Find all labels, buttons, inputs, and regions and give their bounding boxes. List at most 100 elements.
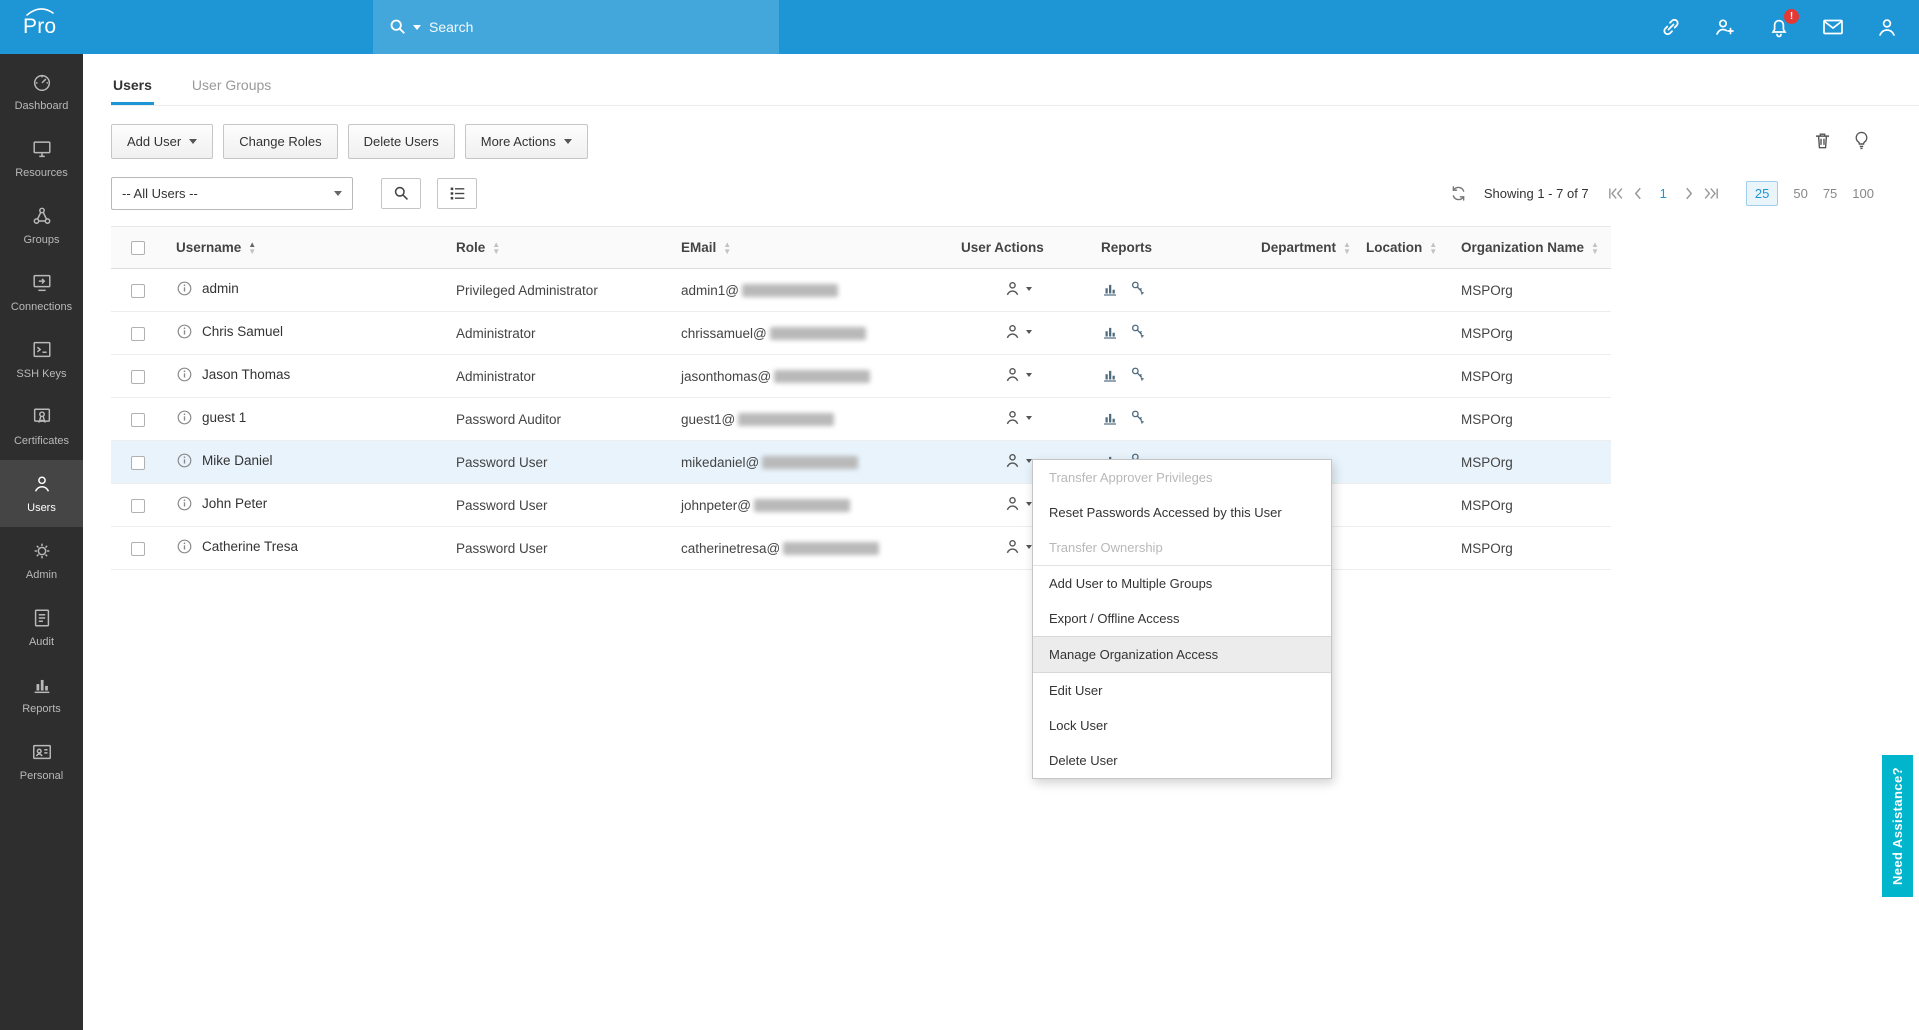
tab-users[interactable]: Users: [111, 77, 154, 105]
page-size-75[interactable]: 75: [1823, 186, 1837, 201]
info-icon[interactable]: [176, 280, 193, 297]
blurred-email-domain: [754, 499, 850, 513]
chevron-down-icon: [1026, 329, 1032, 334]
table-search-button[interactable]: [381, 178, 421, 209]
report-chart-icon[interactable]: [1101, 366, 1119, 384]
info-icon[interactable]: [176, 452, 193, 469]
user-actions-menu-button[interactable]: [961, 365, 1032, 384]
username-text: John Peter: [202, 496, 268, 511]
first-page-button[interactable]: [1607, 186, 1624, 201]
info-icon[interactable]: [176, 538, 193, 555]
sidebar-item-connections[interactable]: Connections: [0, 259, 83, 326]
trash-button[interactable]: [1810, 128, 1835, 156]
column-header-department[interactable]: Department ▲ ▼: [1241, 226, 1351, 269]
sidebar-item-groups[interactable]: Groups: [0, 192, 83, 259]
column-header-role[interactable]: Role ▲ ▼: [436, 226, 661, 269]
add-user-button[interactable]: Add User: [111, 124, 214, 159]
trash-icon: [1815, 133, 1830, 148]
row-checkbox[interactable]: [131, 541, 145, 556]
profile-icon[interactable]: [1875, 15, 1899, 39]
info-icon[interactable]: [176, 495, 193, 512]
user-actions-menu-button[interactable]: [961, 451, 1032, 470]
user-actions-menu-button[interactable]: [961, 279, 1032, 298]
sidebar-item-label: Groups: [23, 234, 60, 246]
change-roles-button[interactable]: Change Roles: [223, 124, 338, 159]
row-checkbox[interactable]: [131, 369, 145, 384]
role-text: Privileged Administrator: [456, 282, 598, 298]
sidebar-item-ssh-keys[interactable]: SSH Keys: [0, 326, 83, 393]
column-chooser-button[interactable]: [437, 178, 477, 209]
row-checkbox[interactable]: [131, 455, 145, 470]
user-actions-menu-button[interactable]: [961, 322, 1032, 341]
column-header-email[interactable]: EMail ▲ ▼: [661, 226, 941, 269]
delete-users-button[interactable]: Delete Users: [347, 124, 455, 159]
sidebar-item-audit[interactable]: Audit: [0, 594, 83, 661]
sidebar-item-label: Resources: [15, 167, 68, 179]
organization-text: MSPOrg: [1461, 454, 1513, 470]
help-tips-button[interactable]: [1849, 128, 1874, 156]
info-icon[interactable]: [176, 366, 193, 383]
topbar: Password Manager Pro !: [0, 0, 1919, 77]
page-number[interactable]: 1: [1660, 186, 1667, 201]
context-menu-item[interactable]: Transfer Ownership: [1033, 530, 1331, 566]
column-header-username[interactable]: Username ▲ ▼: [156, 226, 436, 269]
column-header-organization[interactable]: Organization Name ▲ ▼: [1441, 226, 1611, 269]
context-menu-item[interactable]: Manage Organization Access: [1033, 636, 1331, 673]
page-size-100[interactable]: 100: [1852, 186, 1874, 201]
need-assistance-tab[interactable]: Need Assistance?: [1882, 755, 1913, 897]
row-checkbox[interactable]: [131, 498, 145, 513]
report-chart-icon[interactable]: [1101, 323, 1119, 341]
context-menu-item[interactable]: Edit User: [1033, 673, 1331, 708]
search-input[interactable]: [427, 18, 763, 36]
page-size-25[interactable]: 25: [1745, 181, 1779, 206]
prev-page-button[interactable]: [1632, 186, 1644, 201]
context-menu-item[interactable]: Add User to Multiple Groups: [1033, 566, 1331, 601]
sidebar-item-reports[interactable]: Reports: [0, 661, 83, 728]
user-actions-menu-button[interactable]: [961, 408, 1032, 427]
report-key-icon[interactable]: [1129, 365, 1148, 384]
context-menu-item[interactable]: Delete User: [1033, 743, 1331, 778]
report-chart-icon[interactable]: [1101, 409, 1119, 427]
row-checkbox[interactable]: [131, 412, 145, 427]
context-menu-item[interactable]: Reset Passwords Accessed by this User: [1033, 495, 1331, 530]
chevron-down-icon: [334, 191, 342, 196]
page-size-50[interactable]: 50: [1793, 186, 1807, 201]
notifications-icon[interactable]: !: [1767, 9, 1799, 39]
last-page-button[interactable]: [1703, 186, 1720, 201]
select-all-checkbox[interactable]: [131, 241, 145, 256]
context-menu-item[interactable]: Export / Offline Access: [1033, 601, 1331, 636]
quick-connect-icon[interactable]: [1659, 15, 1683, 39]
user-admin-icon[interactable]: [1713, 15, 1737, 39]
search-scope-caret-icon[interactable]: [413, 24, 421, 30]
row-checkbox[interactable]: [131, 283, 145, 298]
mail-icon[interactable]: [1821, 15, 1845, 39]
sidebar-item-users[interactable]: Users: [0, 460, 83, 527]
context-menu-item[interactable]: Lock User: [1033, 708, 1331, 743]
refresh-button[interactable]: [1449, 184, 1468, 203]
admin-icon: [34, 543, 49, 559]
tab-user-groups[interactable]: User Groups: [190, 77, 273, 105]
sidebar-item-resources[interactable]: Resources: [0, 125, 83, 192]
next-page-button[interactable]: [1683, 186, 1695, 201]
username-text: admin: [202, 281, 239, 296]
table-row: Jason Thomas Administrator jasonthomas@ …: [111, 354, 1611, 398]
column-header-location[interactable]: Location ▲ ▼: [1346, 226, 1441, 269]
sidebar-item-dashboard[interactable]: Dashboard: [0, 58, 83, 125]
user-filter-select[interactable]: -- All Users --: [111, 177, 353, 210]
info-icon[interactable]: [176, 323, 193, 340]
report-key-icon[interactable]: [1129, 279, 1148, 298]
user-actions-menu-button[interactable]: [961, 537, 1032, 556]
sidebar-item-admin[interactable]: Admin: [0, 527, 83, 594]
global-search[interactable]: [373, 0, 779, 54]
chevron-down-icon: [563, 139, 572, 144]
report-key-icon[interactable]: [1129, 408, 1148, 427]
report-chart-icon[interactable]: [1101, 280, 1119, 298]
sidebar-item-certificates[interactable]: Certificates: [0, 393, 83, 460]
report-key-icon[interactable]: [1129, 322, 1148, 341]
user-actions-menu-button[interactable]: [961, 494, 1032, 513]
info-icon[interactable]: [176, 409, 193, 426]
context-menu-item[interactable]: Transfer Approver Privileges: [1033, 460, 1331, 495]
row-checkbox[interactable]: [131, 326, 145, 341]
more-actions-button[interactable]: More Actions: [464, 124, 588, 159]
sidebar-item-personal[interactable]: Personal: [0, 728, 83, 795]
